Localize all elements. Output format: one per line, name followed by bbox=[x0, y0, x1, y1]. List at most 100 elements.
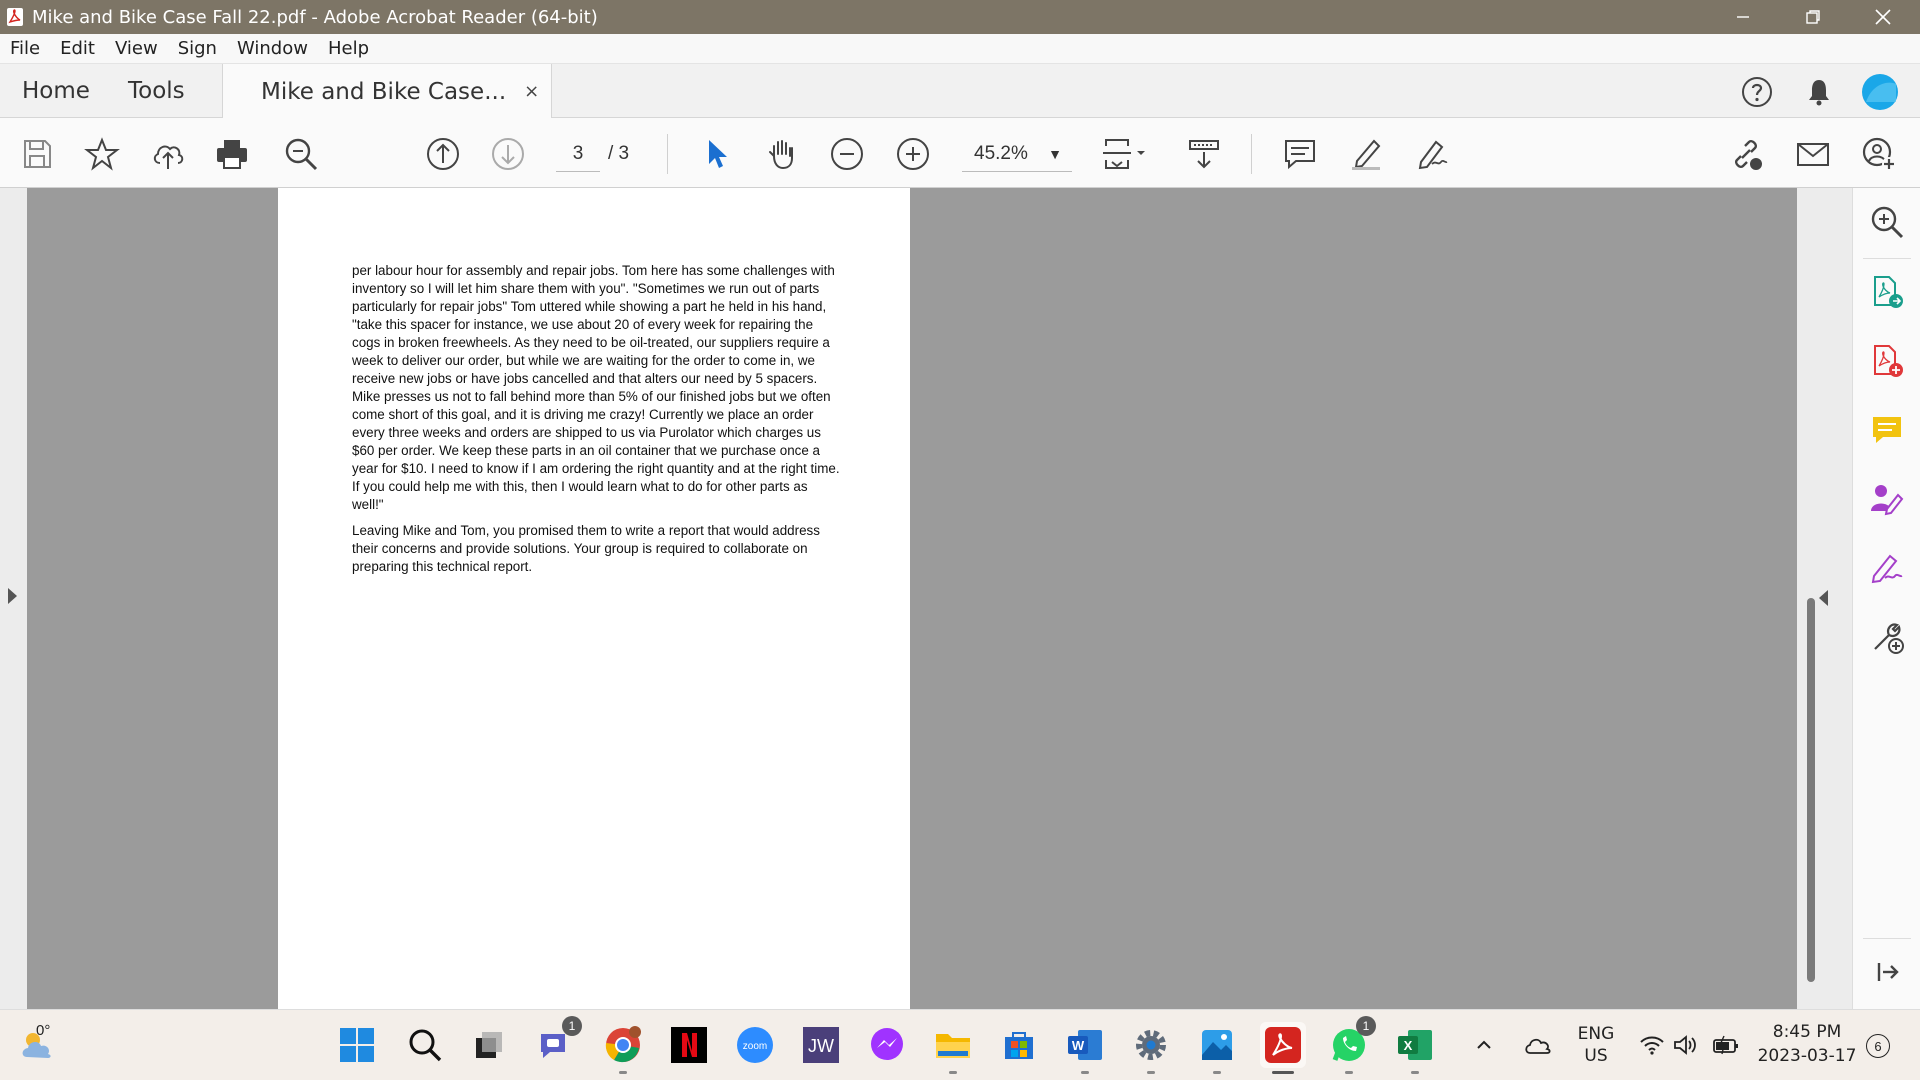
acrobat-reader-icon[interactable] bbox=[1260, 1022, 1306, 1074]
left-panel-toggle[interactable] bbox=[0, 188, 27, 1009]
whatsapp-icon[interactable]: 1 bbox=[1326, 1016, 1376, 1074]
netflix-icon[interactable] bbox=[666, 1022, 712, 1068]
window-title: Mike and Bike Case Fall 22.pdf - Adobe A… bbox=[32, 6, 598, 28]
zoom-search-icon[interactable] bbox=[1867, 202, 1907, 242]
request-signature-icon[interactable] bbox=[1867, 479, 1907, 519]
paragraph: Leaving Mike and Tom, you promised them … bbox=[352, 523, 820, 574]
toolbar-divider bbox=[667, 134, 668, 174]
close-tab-button[interactable]: × bbox=[524, 81, 539, 102]
chevron-up-icon[interactable] bbox=[1468, 1022, 1500, 1068]
restore-button[interactable] bbox=[1780, 0, 1846, 34]
share-link-icon[interactable] bbox=[1727, 135, 1765, 173]
jw-library-icon[interactable]: JW bbox=[798, 1022, 844, 1068]
tab-bar: Home Tools Mike and Bike Case... × bbox=[0, 64, 1920, 119]
previous-page-icon[interactable] bbox=[424, 135, 462, 173]
fill-and-sign-icon[interactable] bbox=[1867, 548, 1907, 588]
messenger-icon[interactable] bbox=[864, 1022, 910, 1068]
weather-widget[interactable]: 0° bbox=[10, 1022, 70, 1068]
main-toolbar: 3 / 3 45.2% ▼ bbox=[0, 118, 1920, 188]
clock[interactable]: 8:45 PM 2023-03-17 bbox=[1752, 1022, 1862, 1066]
word-icon[interactable]: W bbox=[1062, 1022, 1108, 1074]
tools-panel bbox=[1852, 188, 1920, 1009]
add-user-icon[interactable] bbox=[1860, 135, 1898, 173]
more-tools-icon[interactable] bbox=[1867, 617, 1907, 657]
running-indicator bbox=[949, 1071, 957, 1074]
save-icon[interactable] bbox=[18, 135, 56, 173]
menu-edit[interactable]: Edit bbox=[60, 38, 95, 59]
taskbar: 0° 1 zoom JW W 1 X ENG US 8:45 PM 2023-0… bbox=[0, 1009, 1920, 1080]
file-explorer-icon[interactable] bbox=[930, 1022, 976, 1074]
vertical-scrollbar[interactable] bbox=[1807, 598, 1815, 982]
volume-icon[interactable] bbox=[1666, 1022, 1706, 1068]
svg-text:JW: JW bbox=[808, 1036, 834, 1056]
battery-icon[interactable] bbox=[1706, 1022, 1746, 1068]
svg-text:X: X bbox=[1404, 1038, 1413, 1053]
panel-divider bbox=[1863, 258, 1911, 259]
tab-home[interactable]: Home bbox=[22, 64, 90, 118]
notification-badge: 1 bbox=[1356, 1016, 1376, 1036]
highlighter-icon[interactable] bbox=[1347, 135, 1385, 173]
tab-document[interactable]: Mike and Bike Case... × bbox=[222, 64, 553, 119]
start-button[interactable] bbox=[334, 1022, 380, 1068]
zoom-level-select[interactable]: 45.2% ▼ bbox=[962, 136, 1072, 172]
help-icon[interactable] bbox=[1741, 76, 1773, 108]
sign-pen-icon[interactable] bbox=[1413, 135, 1451, 173]
menu-help[interactable]: Help bbox=[328, 38, 369, 59]
clock-time: 8:45 PM bbox=[1772, 1022, 1842, 1042]
language-code: ENG bbox=[1577, 1024, 1615, 1044]
onedrive-cloud-icon[interactable] bbox=[1518, 1022, 1558, 1068]
minimize-button[interactable] bbox=[1710, 0, 1776, 34]
paragraph: per labour hour for assembly and repair … bbox=[352, 263, 840, 512]
menu-sign[interactable]: Sign bbox=[178, 38, 217, 59]
running-indicator bbox=[1081, 1071, 1089, 1074]
zoom-search-icon[interactable] bbox=[282, 135, 320, 173]
scroll-mode-icon[interactable] bbox=[1185, 135, 1223, 173]
menu-window[interactable]: Window bbox=[237, 38, 308, 59]
running-indicator bbox=[1411, 1071, 1419, 1074]
page-fit-icon[interactable] bbox=[1101, 135, 1151, 173]
export-pdf-icon[interactable] bbox=[1867, 272, 1907, 312]
email-icon[interactable] bbox=[1794, 135, 1832, 173]
select-cursor-icon[interactable] bbox=[697, 135, 735, 173]
clock-date: 2023-03-17 bbox=[1757, 1046, 1857, 1066]
hand-tool-icon[interactable] bbox=[763, 135, 801, 173]
bell-icon[interactable] bbox=[1803, 76, 1835, 108]
next-page-icon[interactable] bbox=[489, 135, 527, 173]
chrome-icon[interactable] bbox=[600, 1022, 646, 1074]
excel-icon[interactable]: X bbox=[1392, 1022, 1438, 1074]
svg-text:zoom: zoom bbox=[743, 1041, 767, 1052]
tab-tools[interactable]: Tools bbox=[128, 64, 185, 118]
acrobat-icon bbox=[6, 7, 24, 27]
running-indicator bbox=[1147, 1071, 1155, 1074]
menu-file[interactable]: File bbox=[10, 38, 40, 59]
notification-badge: 1 bbox=[562, 1016, 582, 1036]
language-indicator[interactable]: ENG US bbox=[1576, 1024, 1616, 1066]
teams-chat-icon[interactable]: 1 bbox=[532, 1016, 582, 1068]
zoom-out-icon[interactable] bbox=[828, 135, 866, 173]
microsoft-store-icon[interactable] bbox=[996, 1022, 1042, 1068]
title-bar: Mike and Bike Case Fall 22.pdf - Adobe A… bbox=[0, 0, 1920, 34]
page-number-input[interactable]: 3 bbox=[556, 136, 600, 172]
create-pdf-icon[interactable] bbox=[1867, 341, 1907, 381]
collapse-arrow-icon bbox=[1819, 590, 1828, 606]
task-view-icon[interactable] bbox=[466, 1022, 512, 1068]
print-icon[interactable] bbox=[213, 135, 251, 173]
search-icon[interactable] bbox=[402, 1022, 448, 1068]
zoom-in-icon[interactable] bbox=[894, 135, 932, 173]
settings-gear-icon[interactable] bbox=[1128, 1022, 1174, 1074]
collapse-panel-icon[interactable] bbox=[1867, 952, 1907, 992]
comment-icon[interactable] bbox=[1281, 135, 1319, 173]
cloud-upload-icon[interactable] bbox=[149, 135, 187, 173]
weather-temp: 0° bbox=[36, 1022, 51, 1039]
photos-icon[interactable] bbox=[1194, 1022, 1240, 1074]
star-icon[interactable] bbox=[83, 135, 121, 173]
region-code: US bbox=[1584, 1046, 1608, 1066]
zoom-app-icon[interactable]: zoom bbox=[732, 1022, 778, 1068]
menu-view[interactable]: View bbox=[115, 38, 158, 59]
notification-count-badge[interactable]: 6 bbox=[1866, 1034, 1890, 1058]
comment-tool-icon[interactable] bbox=[1867, 410, 1907, 450]
avatar[interactable] bbox=[1862, 74, 1898, 110]
close-window-button[interactable] bbox=[1850, 0, 1916, 34]
right-panel-toggle[interactable] bbox=[1797, 188, 1852, 1009]
document-viewer[interactable]: per labour hour for assembly and repair … bbox=[27, 188, 1797, 1009]
